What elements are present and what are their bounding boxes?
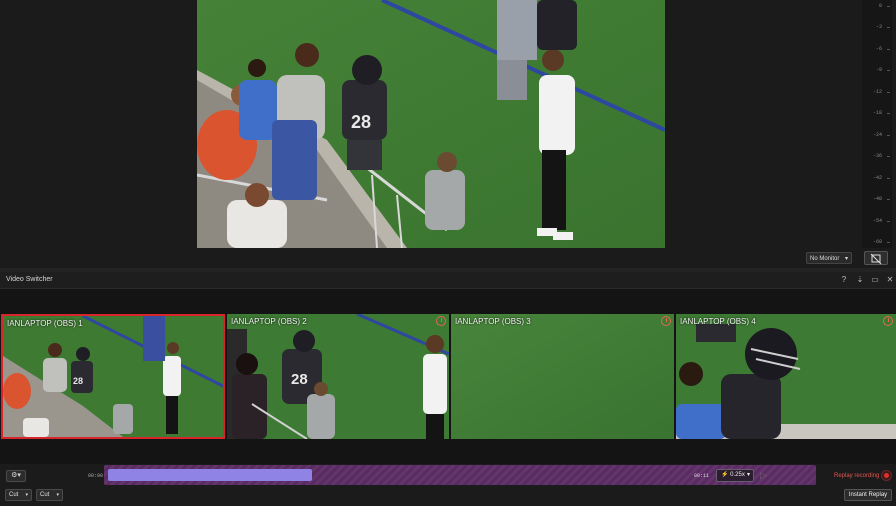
source-tile-3-label: IANLAPTOP (OBS) 3	[455, 317, 531, 326]
audio-meter-tick: -42	[872, 174, 882, 181]
source-4-preview	[676, 314, 896, 439]
chevron-down-icon: ▾	[844, 256, 848, 262]
source-tile-2[interactable]: 28 IANLAPTOP (OBS) 2	[227, 314, 449, 439]
transition-select-left[interactable]: Cut ▾	[5, 489, 32, 501]
audio-meter-mark	[887, 6, 890, 7]
source-tile-3[interactable]: IANLAPTOP (OBS) 3	[451, 314, 674, 439]
switcher-title: Video Switcher	[6, 276, 53, 283]
chevron-down-icon: ▾	[746, 472, 750, 478]
audio-meter-tick: -9	[875, 67, 882, 74]
settings-button[interactable]: ⚙▾	[6, 470, 26, 482]
speed-value: 0.25x	[730, 472, 745, 478]
float-icon[interactable]: ▭	[870, 275, 880, 285]
chevron-down-icon: ▾	[25, 492, 28, 498]
audio-meter-tick: -18	[872, 110, 882, 117]
replay-time-start: 00:00	[88, 473, 104, 479]
monitor-toggle-button[interactable]	[864, 251, 888, 265]
svg-text:28: 28	[291, 371, 308, 388]
source-3-preview	[451, 314, 674, 439]
svg-text:28: 28	[73, 376, 83, 386]
instant-replay-button[interactable]: Instant Replay	[844, 489, 892, 501]
program-video: 28	[197, 0, 665, 248]
audio-meter-mark	[887, 199, 890, 201]
audio-meter-tick: -36	[872, 153, 882, 160]
audio-meter-mark	[887, 134, 890, 136]
monitor-select-value: No Monitor	[810, 256, 840, 262]
source-2-preview: 28	[227, 314, 449, 439]
source-1-preview: 28	[3, 316, 223, 437]
close-icon[interactable]: ✕	[885, 275, 895, 285]
clock-icon	[661, 316, 671, 326]
audio-meter-mark	[887, 91, 890, 93]
audio-meter-tick: -3	[875, 24, 882, 31]
replay-time-end: 00:11	[694, 473, 710, 479]
audio-meter-mark	[887, 242, 890, 243]
audio-meter-tick: -60	[872, 239, 882, 245]
pin-icon[interactable]: ⇣	[855, 275, 865, 285]
audio-meter-tick: -54	[872, 217, 882, 224]
audio-meter-tick: -12	[872, 88, 882, 95]
source-tile-2-label: IANLAPTOP (OBS) 2	[231, 317, 307, 326]
record-button[interactable]	[881, 470, 892, 481]
gear-icon: ⚙▾	[11, 472, 21, 479]
play-icon[interactable]: ▷	[760, 470, 767, 481]
source-tile-4-label: IANLAPTOP (OBS) 4	[680, 317, 756, 326]
help-icon[interactable]: ?	[839, 275, 849, 285]
replay-timeline[interactable]	[104, 465, 816, 485]
audio-meter-mark	[887, 220, 890, 222]
audio-meter-mark	[887, 27, 890, 29]
source-tile-4[interactable]: IANLAPTOP (OBS) 4	[676, 314, 896, 439]
run-icon: ⚡	[721, 472, 729, 478]
transition-left-value: Cut	[9, 492, 19, 498]
monitor-select[interactable]: No Monitor ▾	[806, 252, 852, 264]
clock-icon	[436, 316, 446, 326]
replay-progress[interactable]	[108, 469, 312, 481]
clock-icon	[883, 316, 893, 326]
audio-meter-tick: -24	[872, 131, 882, 138]
chevron-down-icon: ▾	[56, 492, 59, 498]
audio-meter-tick: 0	[878, 3, 882, 9]
audio-meter: 0 -3 -6 -9 -12 -18 -24 -36 -42 -48 -54 -60	[862, 0, 892, 248]
audio-meter-mark	[887, 113, 890, 115]
audio-meter-mark	[887, 177, 890, 179]
source-tile-1-label: IANLAPTOP (OBS) 1	[7, 319, 83, 328]
svg-text:28: 28	[351, 112, 371, 132]
audio-meter-mark	[887, 70, 890, 72]
audio-meter-tick: -6	[875, 45, 882, 52]
audio-meter-tick: -48	[872, 196, 882, 203]
no-monitor-icon	[870, 253, 882, 265]
audio-meter-mark	[887, 156, 890, 158]
speed-select[interactable]: ⚡ 0.25x ▾	[716, 469, 754, 482]
transition-right-value: Cut	[40, 492, 50, 498]
audio-meter-mark	[887, 48, 890, 50]
program-video-frame: 28	[197, 0, 665, 248]
source-tile-1[interactable]: 28 IANLAPTOP (OBS) 1	[1, 314, 225, 439]
replay-status: Replay recording	[834, 473, 880, 479]
switcher-header	[0, 272, 896, 289]
transition-select-right[interactable]: Cut ▾	[36, 489, 63, 501]
